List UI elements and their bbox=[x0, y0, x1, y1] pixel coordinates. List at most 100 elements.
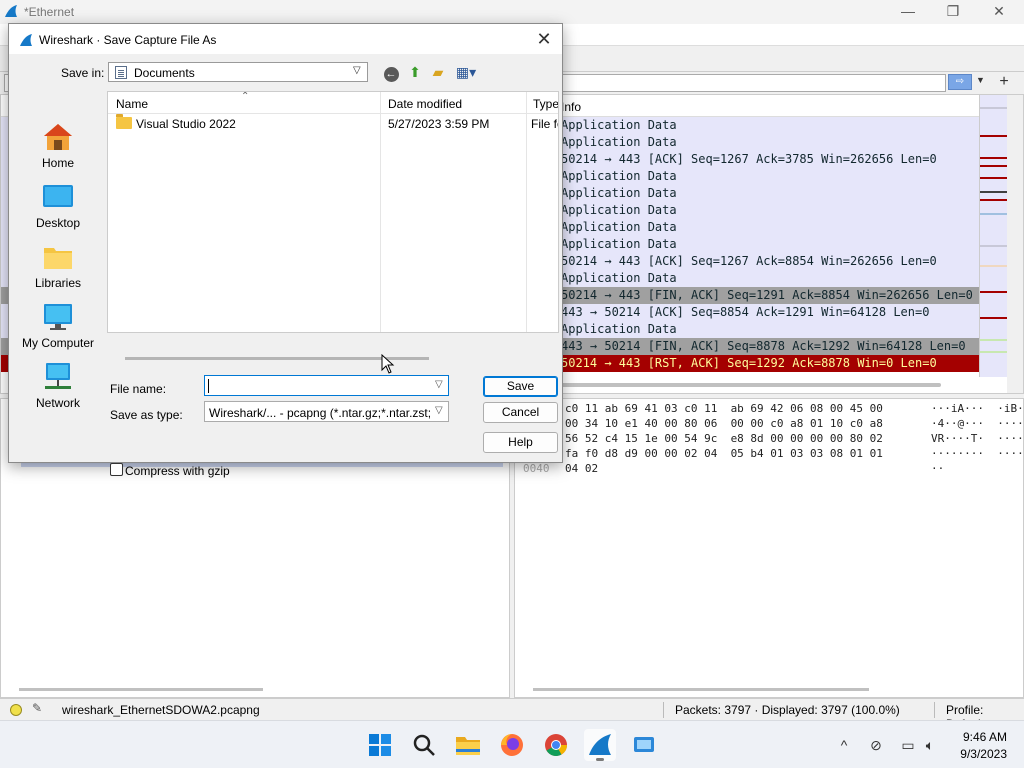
hex-dump-row[interactable]: 56 52 c4 15 1e 00 54 9c e8 8d 00 00 00 0… bbox=[523, 431, 1023, 446]
place-network[interactable]: Network bbox=[9, 358, 107, 416]
place-home[interactable]: Home bbox=[9, 118, 107, 176]
column-header-date[interactable]: Date modified bbox=[388, 97, 462, 111]
taskbar-firefox[interactable] bbox=[496, 729, 528, 761]
help-button[interactable]: Help bbox=[483, 432, 558, 453]
save-type-label: Save as type: bbox=[110, 408, 183, 422]
taskbar-chrome[interactable] bbox=[540, 729, 572, 761]
place-libraries[interactable]: Libraries bbox=[9, 238, 107, 296]
expert-info-indicator[interactable] bbox=[10, 704, 22, 716]
up-folder-button[interactable]: ⬆ bbox=[405, 64, 425, 82]
active-app-indicator bbox=[596, 758, 604, 761]
main-window-title: *Ethernet bbox=[24, 5, 75, 19]
save-in-dropdown[interactable]: Documents ▽ bbox=[108, 62, 368, 82]
wireshark-icon bbox=[589, 734, 611, 755]
save-in-value: Documents bbox=[134, 66, 195, 80]
column-header-name[interactable]: Name bbox=[116, 97, 148, 111]
minimap-band bbox=[980, 317, 1008, 319]
display-icon[interactable]: ▭ bbox=[898, 735, 918, 755]
save-type-dropdown[interactable]: Wireshark/... - pcapng (*.ntar.gz;*.ntar… bbox=[204, 401, 449, 422]
back-button[interactable]: ← bbox=[381, 64, 401, 82]
new-folder-icon: ▰ bbox=[432, 64, 444, 80]
minimap-band bbox=[980, 177, 1008, 179]
hex-dump-row[interactable]: c0 11 ab 69 41 03 c0 11 ab 69 42 06 08 0… bbox=[523, 401, 1023, 416]
firefox-icon bbox=[501, 734, 523, 756]
libraries-icon bbox=[44, 248, 72, 269]
remote-desktop-icon bbox=[634, 737, 654, 752]
hex-bytes: fa f0 d8 d9 00 00 02 04 05 b4 01 03 03 0… bbox=[565, 447, 883, 460]
text-caret bbox=[208, 379, 209, 393]
hex-dump-row[interactable]: 0040 04 02 ·· bbox=[523, 461, 944, 476]
place-desktop[interactable]: Desktop bbox=[9, 178, 107, 236]
dialog-title: Wireshark · Save Capture File As bbox=[39, 33, 217, 47]
packet-list-scrollbar[interactable] bbox=[1007, 95, 1023, 393]
network-disconnected-icon[interactable]: ⊘ bbox=[866, 735, 886, 755]
hex-ascii: ···iA··· ·iB···E· bbox=[931, 402, 1024, 415]
taskbar-remote-desktop[interactable] bbox=[628, 729, 660, 761]
status-divider bbox=[934, 702, 935, 718]
minimize-button[interactable]: — bbox=[885, 0, 931, 24]
hex-ascii: ·· bbox=[931, 462, 945, 475]
clock-date[interactable]: 9/3/2023 bbox=[945, 747, 1007, 761]
minimap-band bbox=[980, 199, 1008, 201]
place-my-computer[interactable]: My Computer bbox=[9, 298, 107, 356]
close-button[interactable]: ✕ bbox=[976, 0, 1022, 24]
minimap-band bbox=[980, 291, 1008, 293]
info-column-header[interactable]: Info bbox=[561, 100, 581, 114]
packet-bytes-pane[interactable]: c0 11 ab 69 41 03 c0 11 ab 69 42 06 08 0… bbox=[514, 398, 1024, 698]
volume-icon[interactable]: 🔈︎ bbox=[920, 735, 940, 755]
hex-ascii: VR····T· ········ bbox=[931, 432, 1024, 445]
start-button[interactable] bbox=[364, 729, 396, 761]
new-folder-button[interactable]: ▰ bbox=[428, 64, 448, 82]
tray-overflow-chevron[interactable]: ^ bbox=[834, 735, 854, 755]
file-name-input[interactable] bbox=[207, 377, 429, 394]
minimap-band bbox=[980, 245, 1008, 247]
up-arrow-icon: ⬆ bbox=[409, 64, 421, 80]
compress-gzip-label[interactable]: Compress with gzip bbox=[125, 464, 230, 478]
mouse-pointer-icon bbox=[381, 354, 395, 374]
taskbar-file-explorer[interactable] bbox=[452, 729, 484, 761]
maximize-button[interactable]: ❐ bbox=[930, 0, 976, 24]
hex-ascii: ·4··@··· ········ bbox=[931, 417, 1024, 430]
taskbar-search-button[interactable] bbox=[408, 729, 440, 761]
chevron-down-icon: ▽ bbox=[435, 405, 443, 416]
place-label: Network bbox=[35, 396, 80, 410]
computer-icon bbox=[44, 304, 72, 330]
minimap-band bbox=[980, 107, 1008, 109]
hex-bytes: 04 02 bbox=[565, 462, 599, 475]
status-bar: ✎ wireshark_EthernetSDOWA2.pcapng Packet… bbox=[0, 698, 1024, 731]
bytes-hscroll[interactable] bbox=[533, 688, 869, 691]
compress-gzip-checkbox[interactable] bbox=[110, 463, 123, 476]
view-grid-icon: ▦▾ bbox=[455, 64, 477, 80]
filter-history-dropdown[interactable]: ▼ bbox=[976, 75, 988, 91]
back-arrow-icon: ← bbox=[383, 67, 399, 82]
hex-dump-row[interactable]: 00 34 10 e1 40 00 80 06 00 00 c0 a8 01 1… bbox=[523, 416, 1023, 431]
add-filter-button[interactable]: + bbox=[994, 73, 1014, 91]
column-header-type[interactable]: Type bbox=[533, 97, 558, 111]
packet-minimap[interactable] bbox=[979, 95, 1008, 377]
minimap-band bbox=[980, 165, 1008, 167]
places-sidebar: Home Desktop Libraries My Computer Netwo… bbox=[9, 110, 107, 410]
dialog-close-button[interactable]: ✕ bbox=[531, 28, 557, 52]
file-name-cell: Visual Studio 2022 bbox=[136, 117, 236, 131]
packet-list-hscroll[interactable] bbox=[561, 383, 941, 387]
file-explorer-icon bbox=[456, 737, 480, 755]
details-hscroll[interactable] bbox=[19, 688, 263, 691]
hex-dump-row[interactable]: fa f0 d8 d9 00 00 02 04 05 b4 01 03 03 0… bbox=[523, 446, 1023, 461]
taskbar-wireshark[interactable] bbox=[584, 729, 616, 761]
minimap-band bbox=[980, 339, 1008, 341]
chevron-down-icon[interactable]: ▽ bbox=[435, 379, 443, 390]
file-list[interactable]: ⌃ Name Date modified Type Visual Studio … bbox=[107, 91, 559, 333]
cancel-button[interactable]: Cancel bbox=[483, 402, 558, 423]
file-name-combo[interactable]: ▽ bbox=[204, 375, 449, 396]
place-label: My Computer bbox=[21, 336, 95, 350]
clock-time[interactable]: 9:46 AM bbox=[955, 730, 1007, 744]
view-menu-button[interactable]: ▦▾ bbox=[452, 64, 480, 82]
save-button[interactable]: Save bbox=[483, 376, 558, 397]
dialog-body: Save in: Documents ▽ ← ⬆ ▰ ▦▾ Home Deskt… bbox=[9, 54, 562, 478]
capture-comment-icon[interactable]: ✎ bbox=[32, 701, 48, 717]
hex-bytes: c0 11 ab 69 41 03 c0 11 ab 69 42 06 08 0… bbox=[565, 402, 883, 415]
apply-filter-button[interactable]: ⇨ bbox=[948, 74, 972, 90]
taskbar: ^ ⊘ ▭ 🔈︎ 9:46 AM 9/3/2023 bbox=[0, 720, 1024, 768]
file-name-label: File name: bbox=[110, 382, 167, 396]
file-list-item[interactable]: Visual Studio 2022 5/27/2023 3:59 PM Fil… bbox=[108, 114, 558, 134]
